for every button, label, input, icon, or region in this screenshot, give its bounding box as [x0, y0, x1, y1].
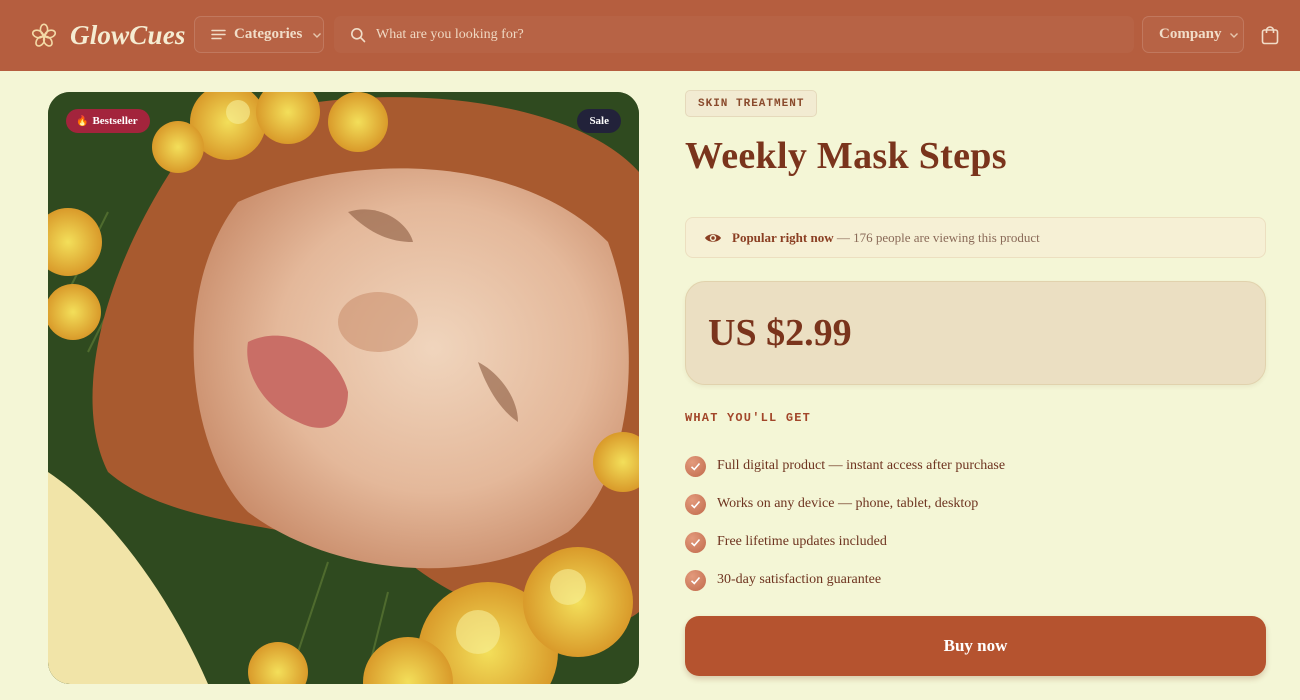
company-label: Company	[1159, 26, 1222, 42]
top-navigation-bar: GlowCues Categories Company	[0, 0, 1300, 71]
price-box: US $2.99	[685, 281, 1266, 385]
check-icon	[685, 493, 706, 515]
bestseller-badge: 🔥 Bestseller	[66, 109, 150, 133]
categories-button[interactable]: Categories	[194, 16, 324, 53]
benefits-heading: WHAT YOU'LL GET	[685, 411, 812, 425]
eye-icon	[705, 233, 721, 242]
chevron-down-icon	[1229, 32, 1238, 38]
sale-badge: Sale	[577, 109, 621, 133]
product-image: 🔥 Bestseller Sale	[48, 92, 639, 684]
brand-logo[interactable]: GlowCues	[30, 20, 186, 51]
bestseller-label: Bestseller	[92, 115, 138, 127]
sale-label: Sale	[589, 115, 609, 127]
brand-name: GlowCues	[70, 20, 186, 50]
buy-now-button[interactable]: Buy now	[685, 616, 1266, 676]
benefit-text: Free lifetime updates included	[717, 534, 887, 549]
benefit-item: Free lifetime updates included	[685, 523, 1005, 561]
popular-viewers-text: — 176 people are viewing this product	[836, 229, 1040, 245]
search-bar[interactable]	[334, 16, 1134, 53]
benefit-text: 30-day satisfaction guarantee	[717, 572, 882, 587]
product-photo-illustration	[48, 92, 639, 684]
search-icon	[351, 27, 366, 42]
check-icon	[685, 569, 706, 591]
benefit-item: Full digital product — instant access af…	[685, 447, 1005, 485]
search-input[interactable]	[376, 26, 1076, 43]
price: US $2.99	[708, 312, 852, 354]
bag-icon[interactable]	[1259, 24, 1281, 46]
product-title: Weekly Mask Steps	[685, 135, 1007, 177]
benefit-item: Works on any device — phone, tablet, des…	[685, 485, 1005, 523]
company-menu-button[interactable]: Company	[1142, 16, 1244, 53]
fire-icon: 🔥	[76, 115, 89, 127]
benefit-text: Works on any device — phone, tablet, des…	[717, 496, 979, 511]
benefit-item: 30-day satisfaction guarantee	[685, 561, 1005, 599]
categories-label: Categories	[234, 26, 303, 42]
check-icon	[685, 455, 706, 477]
popularity-banner: Popular right now — 176 people are viewi…	[685, 217, 1266, 258]
benefits-list: Full digital product — instant access af…	[685, 447, 1005, 599]
benefit-text: Full digital product — instant access af…	[717, 458, 1006, 473]
category-tag[interactable]: SKIN TREATMENT	[685, 90, 818, 117]
popular-label: Popular right now	[732, 229, 834, 245]
check-icon	[685, 531, 706, 553]
flower-icon	[31, 23, 57, 47]
menu-icon	[211, 29, 226, 40]
chevron-down-icon	[313, 32, 322, 38]
